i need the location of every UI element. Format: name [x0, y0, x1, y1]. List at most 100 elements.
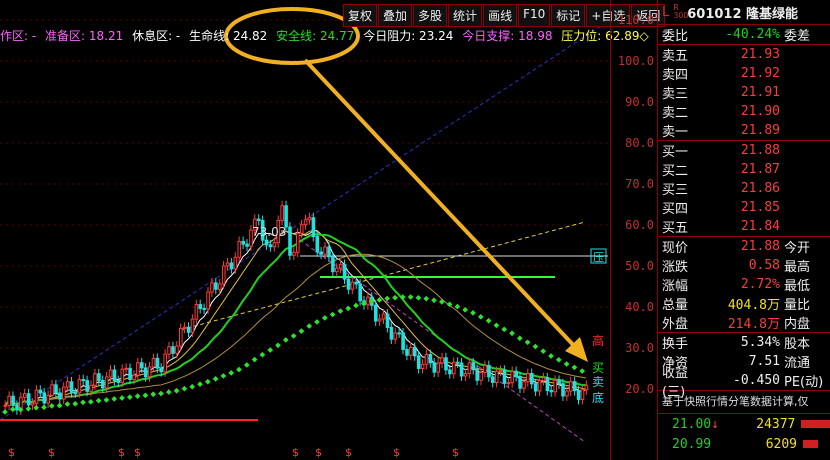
dot-marker: [532, 343, 539, 350]
dot-marker: [306, 323, 313, 329]
candle-body: [46, 394, 51, 404]
candle-body: [498, 369, 503, 372]
dot-marker: [431, 297, 437, 304]
candle-body: [397, 332, 401, 335]
candle-body: [381, 313, 386, 320]
candle-body: [444, 357, 448, 371]
stats-button[interactable]: 统计: [448, 4, 483, 27]
bid-label: 买五: [662, 221, 689, 236]
price-axis: 120.0110.0100.090.080.070.060.050.040.03…: [610, 0, 658, 460]
candle-body: [30, 402, 35, 406]
candle-body: [54, 384, 58, 394]
candle-body: [483, 365, 487, 373]
dot-marker: [321, 315, 328, 321]
stat-label2: 今开: [784, 241, 811, 256]
candle-body: [108, 369, 113, 378]
candle-body: [292, 251, 296, 256]
dot-marker: [197, 381, 203, 388]
candle-body: [510, 370, 515, 384]
candle-body: [128, 367, 132, 380]
candle-body: [335, 267, 339, 273]
candle-body: [136, 362, 140, 376]
candle-body: [424, 353, 429, 365]
stat-label: 外盘: [662, 317, 689, 332]
candle-body: [522, 381, 526, 389]
candle-body: [463, 373, 468, 377]
dot-marker: [80, 399, 86, 406]
dot-marker: [485, 317, 492, 324]
dot-marker: [314, 319, 320, 325]
candle-body: [296, 232, 300, 253]
tag-bottom: 底: [592, 390, 604, 405]
candle-body: [65, 381, 70, 388]
dot-marker: [267, 347, 274, 353]
stat-value: 404.8万: [727, 298, 780, 313]
ask-value: 21.91: [740, 85, 780, 100]
candle-body: [116, 379, 121, 383]
dot-marker: [298, 328, 305, 334]
candle-body: [104, 376, 109, 389]
pressure-box-label: 压: [593, 251, 604, 264]
candle-body: [288, 226, 292, 256]
candle-body: [210, 282, 214, 293]
axis-tick-label: 20.0: [625, 382, 654, 396]
draw-line-button[interactable]: 画线: [483, 4, 518, 27]
candle-body: [3, 404, 8, 407]
dot-marker: [477, 313, 484, 320]
candle-body: [272, 242, 277, 248]
candle-body: [487, 365, 491, 378]
axis-tick-label: 60.0: [625, 218, 654, 232]
candle-body: [229, 262, 234, 270]
s-marker: $: [452, 446, 459, 459]
green-dot-line: [2, 294, 586, 415]
weibi-row: 委比 -40.24% 委差: [658, 25, 830, 45]
stat-label2: 量比: [784, 298, 811, 313]
s-marker: $: [118, 446, 125, 459]
indicator-row: 作区: - 准备区: 18.21 休息区: - 生命线: 24.82 安全线: …: [0, 27, 649, 44]
candle-body: [62, 386, 66, 400]
mark-button[interactable]: 标记: [551, 4, 586, 27]
candle-body: [448, 369, 452, 375]
dot-marker: [290, 333, 297, 339]
candlestick-chart[interactable]: 73.03 高 买 卖 底 压 $ $ $ $ $ $ $ $ $: [0, 0, 610, 460]
stock-header: L R 300 601012 隆基绿能: [658, 0, 830, 25]
dot-marker: [204, 378, 211, 385]
dot-marker: [111, 396, 118, 402]
candle-body: [494, 370, 499, 383]
dot-marker: [119, 395, 125, 401]
candle-body: [73, 392, 78, 395]
s-marker: $: [48, 446, 55, 459]
ask-value: 21.93: [740, 47, 780, 62]
axis-tick-label: 40.0: [625, 300, 654, 314]
dot-marker: [423, 295, 430, 302]
candle-body: [241, 240, 245, 245]
candle-body: [147, 366, 152, 378]
bid-value: 21.86: [740, 181, 780, 196]
ask-row: 卖一 21.89: [658, 121, 830, 140]
f10-button[interactable]: F10: [518, 4, 551, 27]
candle-body: [541, 377, 546, 382]
stock-code-name[interactable]: 601012 隆基绿能: [687, 3, 798, 22]
candle-body: [572, 381, 577, 392]
fuquan-button[interactable]: 复权: [343, 4, 378, 27]
stat-label: 涨跌: [662, 260, 689, 275]
bid-list: 买一 21.88 买二 21.87 买三 21.86 买四 21.85 买五 21.84: [658, 141, 830, 237]
multi-stock-button[interactable]: 多股: [413, 4, 448, 27]
stat-label: 总量: [662, 298, 689, 313]
s-markers: $ $ $ $ $ $ $ $ $: [8, 446, 459, 459]
dot-marker: [134, 393, 141, 399]
stat-value: 2.72%: [740, 277, 780, 292]
tick-volume: 24377: [756, 416, 796, 432]
candle-body: [15, 404, 19, 411]
overlay-button[interactable]: 叠加: [378, 4, 413, 27]
candle-body: [358, 283, 362, 302]
bid-row: 买二 21.87: [658, 160, 830, 179]
dot-marker: [228, 370, 235, 376]
candle-body: [413, 346, 417, 357]
stat-label: 涨幅: [662, 279, 689, 294]
stat-row: 换手 5.34% 股本: [658, 333, 830, 352]
candle-body: [393, 332, 398, 340]
dot-marker: [25, 405, 32, 412]
bid-label: 买一: [662, 145, 689, 160]
dot-marker: [48, 403, 55, 409]
